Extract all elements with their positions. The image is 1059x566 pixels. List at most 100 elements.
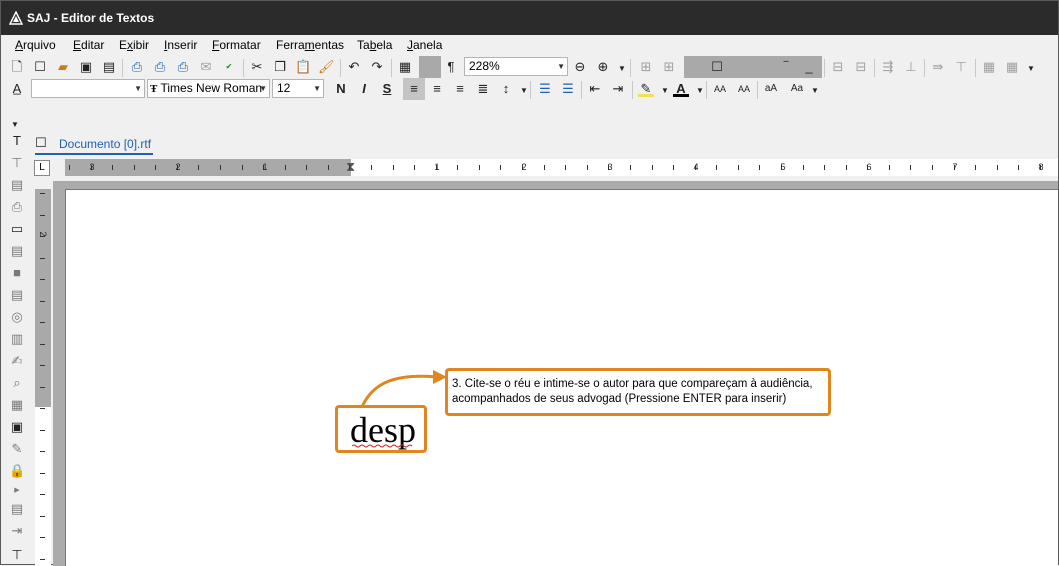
split-cells-icon[interactable]: ⊟ — [853, 59, 869, 75]
signature-icon[interactable]: ✍ — [9, 353, 25, 369]
change-case-upper-icon[interactable]: aA — [761, 81, 781, 97]
lock-icon[interactable]: 🔒 — [9, 463, 25, 479]
cut-icon[interactable]: ✂ — [249, 59, 265, 75]
horizontal-ruler[interactable]: ⧗ 3 2 1 1 2 3 4 5 6 7 8 — [65, 159, 1058, 176]
chevron-down-icon[interactable]: ▼ — [614, 61, 630, 77]
autocomplete-suggestion[interactable]: 3. Cite-se o réu e intime-se o autor par… — [445, 368, 831, 416]
menu-tabela[interactable]: Tabela — [357, 38, 392, 52]
print-preview-icon[interactable]: ⎙ — [152, 59, 168, 75]
menu-inserir[interactable]: Inserir — [164, 38, 197, 52]
open-recent-icon[interactable]: ▣ — [78, 59, 94, 75]
ruler-tick — [673, 165, 674, 170]
insert-row-icon[interactable]: ⊥ — [903, 59, 919, 75]
underline-button[interactable]: S — [379, 81, 395, 97]
chevron-down-icon[interactable]: ▼ — [1023, 61, 1039, 77]
new-document-icon[interactable]: ☐ — [32, 59, 48, 75]
ruler-tick — [565, 165, 566, 170]
align-right-icon[interactable]: ≡ — [452, 81, 468, 97]
redo-icon[interactable]: ↷ — [369, 59, 385, 75]
ruler-number: 2 — [175, 162, 181, 172]
search-document-icon[interactable]: ⌕ — [9, 375, 25, 391]
menu-editar[interactable]: Editar — [73, 38, 104, 52]
text-tool-icon[interactable]: T — [9, 133, 25, 149]
style-combo[interactable]: ▼ — [31, 79, 145, 98]
indent-marker-icon[interactable]: ⧗ — [346, 159, 355, 175]
menu-arquivo[interactable]: Arquivo — [15, 38, 56, 52]
font-size-up-button[interactable]: AA — [710, 81, 730, 97]
spell-check-icon[interactable]: ✔ — [221, 59, 237, 75]
undo-icon[interactable]: ↶ — [346, 59, 362, 75]
font-size-down-button[interactable]: AA — [734, 81, 754, 97]
edit-note-icon[interactable]: ✎ — [9, 441, 25, 457]
ruler-tick — [975, 165, 976, 170]
remove-document-icon[interactable]: ▤ — [9, 287, 25, 303]
block-icon[interactable]: ■ — [9, 265, 25, 281]
format-painter-icon[interactable]: 🖌 — [318, 59, 335, 75]
table-select-icon[interactable]: ▦ — [1004, 59, 1020, 75]
bullet-list-icon[interactable]: ☰ — [537, 81, 553, 97]
ruler-number: 5 — [780, 162, 786, 172]
new-from-template-icon[interactable]: 🗋 — [9, 59, 25, 75]
line-spacing-icon[interactable]: ↕ — [498, 81, 514, 97]
hash-field-icon[interactable]: ▣ — [9, 419, 25, 435]
print-setup-icon[interactable]: ⎙ — [175, 59, 191, 75]
delete-row-icon[interactable]: ⊤ — [953, 59, 969, 75]
paste-special-icon[interactable]: ▤ — [9, 177, 25, 193]
menu-ferramentas[interactable]: Ferramentas — [276, 38, 344, 52]
calendar-icon[interactable]: ▦ — [9, 397, 25, 413]
seal-icon[interactable]: ◎ — [9, 309, 25, 325]
chevron-down-icon[interactable]: ▼ — [657, 83, 673, 99]
email-icon[interactable]: ✉ — [198, 59, 214, 75]
delete-column-icon[interactable]: ⇛ — [930, 59, 946, 75]
bold-button[interactable]: N — [333, 81, 349, 97]
insert-column-icon[interactable]: ⇶ — [880, 59, 896, 75]
font-size-combo[interactable]: 12 ▼ — [272, 79, 324, 98]
print-list-icon[interactable]: ⎙ — [9, 199, 25, 215]
border-bottom-icon[interactable]: _ — [801, 59, 817, 75]
border-box-icon[interactable]: ☐ — [709, 59, 725, 75]
document-list-icon[interactable]: ▤ — [9, 243, 25, 259]
italic-button[interactable]: I — [356, 81, 372, 97]
table-grid-icon[interactable]: ⊞ — [638, 59, 654, 75]
save-icon[interactable]: ▤ — [101, 59, 117, 75]
vertical-ruler-tick — [40, 473, 45, 474]
numbered-list-icon[interactable]: ☰ — [560, 81, 576, 97]
zoom-in-icon[interactable]: ⊕ — [595, 59, 611, 75]
stamp-icon[interactable]: ⊤ — [9, 155, 25, 171]
print-icon[interactable]: ⎙ — [129, 59, 145, 75]
align-center-icon[interactable]: ≡ — [429, 81, 445, 97]
show-formatting-icon[interactable]: ¶ — [443, 59, 459, 75]
menu-formatar[interactable]: Formatar — [212, 38, 261, 52]
comment-icon[interactable]: ▭ — [9, 221, 25, 237]
chevron-down-icon[interactable]: ▼ — [807, 83, 823, 99]
table-properties-icon[interactable]: ▦ — [981, 59, 997, 75]
align-left-icon[interactable]: ≡ — [406, 81, 422, 97]
tab-stop-selector[interactable]: L — [34, 160, 50, 176]
change-case-lower-icon[interactable]: Aa — [787, 81, 807, 97]
copy-icon[interactable]: ❐ — [272, 59, 288, 75]
chevron-right-icon[interactable]: ▶ — [9, 483, 25, 499]
insert-table-icon[interactable]: ▦ — [397, 59, 413, 75]
border-top-icon[interactable]: ‾ — [778, 59, 794, 75]
menu-janela[interactable]: Janela — [407, 38, 442, 52]
table-borders-icon[interactable]: ⊞ — [661, 59, 677, 75]
increase-indent-icon[interactable]: ⇥ — [610, 81, 626, 97]
zoom-out-icon[interactable]: ⊖ — [572, 59, 588, 75]
font-color-button[interactable]: A — [673, 81, 689, 97]
menu-exibir[interactable]: Exibir — [119, 38, 149, 52]
decrease-indent-icon[interactable]: ⇤ — [587, 81, 603, 97]
font-name-combo[interactable]: Ŧ Times New Roman ▼ — [147, 79, 270, 98]
export-icon[interactable]: ⇥ — [9, 523, 25, 539]
attachment-icon[interactable]: ▤ — [9, 501, 25, 517]
highlight-icon[interactable]: ✎ — [638, 81, 654, 97]
zoom-combo[interactable]: 228% ▼ — [464, 57, 568, 76]
merge-cells-icon[interactable]: ⊟ — [830, 59, 846, 75]
pin-icon[interactable]: ⊤ — [9, 547, 25, 563]
style-icon[interactable]: A̲ — [9, 81, 25, 97]
paste-icon[interactable]: 📋 — [295, 59, 311, 75]
justify-icon[interactable]: ≣ — [475, 81, 491, 97]
columns-icon[interactable]: ▥ — [9, 331, 25, 347]
ruler-tick — [932, 165, 933, 170]
open-folder-icon[interactable]: ▰ — [55, 59, 71, 75]
vertical-ruler-tick — [40, 387, 45, 388]
